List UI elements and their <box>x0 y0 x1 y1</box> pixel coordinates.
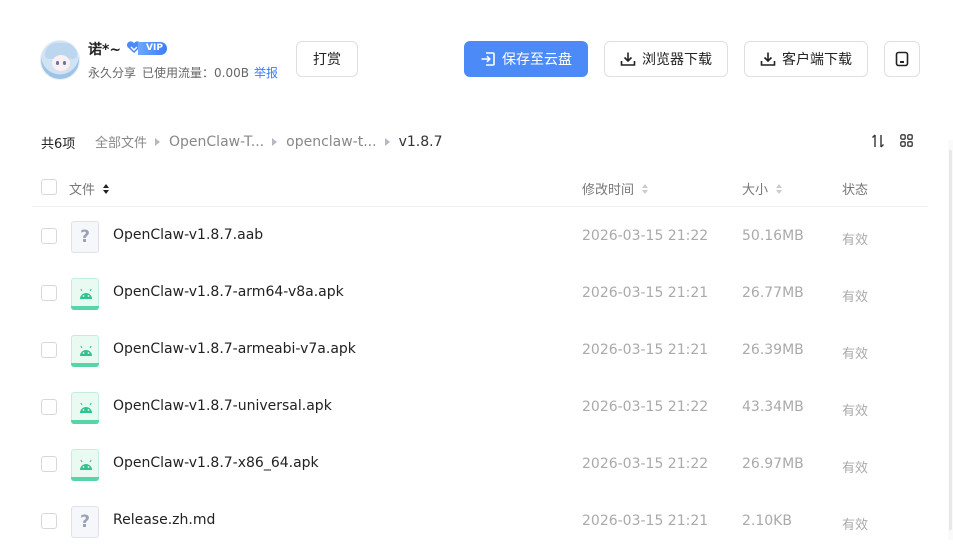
avatar-face <box>52 55 70 71</box>
sort-icon[interactable] <box>871 134 885 148</box>
row-checkbox[interactable] <box>41 456 57 472</box>
share-info: 永久分享 已使用流量：0.00B 举报 <box>88 64 278 81</box>
avatar-eye-right <box>63 61 66 65</box>
android-apk-icon <box>71 449 99 481</box>
browser-download-button[interactable]: 浏览器下载 <box>604 41 728 77</box>
vip-badge: VIP <box>138 42 167 55</box>
file-size: 26.77MB <box>742 285 804 301</box>
browser-download-label: 浏览器下载 <box>642 52 712 68</box>
file-name[interactable]: OpenClaw-v1.8.7-x86_64.apk <box>113 455 319 471</box>
breadcrumb-item[interactable]: 全部文件 <box>95 132 147 151</box>
column-header-size[interactable]: 大小 <box>742 179 783 198</box>
download-icon <box>760 52 776 66</box>
table-row[interactable]: ? Release.zh.md 2026-03-15 21:21 2.10KB … <box>32 493 928 550</box>
traffic-used: 已使用流量：0.00B <box>142 66 249 80</box>
file-size: 2.10KB <box>742 513 792 529</box>
file-size: 26.39MB <box>742 342 804 358</box>
window-icon <box>895 51 909 67</box>
file-modified: 2026-03-15 21:22 <box>582 399 709 415</box>
file-size: 43.34MB <box>742 399 804 415</box>
item-count: 共6项 <box>41 137 76 152</box>
file-name[interactable]: OpenClaw-v1.8.7-universal.apk <box>113 398 332 414</box>
column-header-status: 状态 <box>842 179 868 198</box>
save-to-cloud-label: 保存至云盘 <box>502 52 572 68</box>
table-row[interactable]: OpenClaw-v1.8.7-x86_64.apk 2026-03-15 21… <box>32 436 928 493</box>
breadcrumb-separator-icon <box>384 137 390 146</box>
file-name[interactable]: OpenClaw-v1.8.7.aab <box>113 227 263 243</box>
reward-button[interactable]: 打赏 <box>296 41 358 77</box>
file-name[interactable]: OpenClaw-v1.8.7-armeabi-v7a.apk <box>113 341 356 357</box>
window-button[interactable] <box>884 41 920 77</box>
username: 诺*~ <box>88 42 122 58</box>
sort-arrows-icon <box>776 183 783 194</box>
sort-arrows-icon <box>642 183 649 194</box>
avatar-eye-left <box>56 61 59 65</box>
file-status: 有效 <box>842 233 869 248</box>
sort-arrows-icon <box>103 183 110 194</box>
file-modified: 2026-03-15 21:21 <box>582 513 709 529</box>
file-modified: 2026-03-15 21:21 <box>582 342 709 358</box>
client-download-button[interactable]: 客户端下载 <box>744 41 868 77</box>
select-all-checkbox[interactable] <box>41 179 57 195</box>
table-row[interactable]: OpenClaw-v1.8.7-armeabi-v7a.apk 2026-03-… <box>32 322 928 379</box>
android-apk-icon <box>71 335 99 367</box>
save-to-cloud-button[interactable]: 保存至云盘 <box>464 41 588 77</box>
reward-label: 打赏 <box>313 52 341 68</box>
column-header-name-label: 文件 <box>69 183 96 198</box>
report-link[interactable]: 举报 <box>254 66 278 80</box>
column-header-size-label: 大小 <box>742 183 769 198</box>
file-status: 有效 <box>842 461 869 476</box>
row-checkbox[interactable] <box>41 228 57 244</box>
unknown-file-icon: ? <box>71 221 99 253</box>
breadcrumb-item[interactable]: OpenClaw-T... <box>169 134 264 150</box>
file-name[interactable]: Release.zh.md <box>113 512 215 528</box>
android-apk-icon <box>71 278 99 310</box>
file-status: 有效 <box>842 404 869 419</box>
breadcrumb-separator-icon <box>272 137 278 146</box>
file-size: 50.16MB <box>742 228 804 244</box>
download-icon <box>620 52 636 66</box>
save-to-cloud-icon <box>481 52 495 66</box>
column-header-modified-label: 修改时间 <box>582 183 635 198</box>
file-status: 有效 <box>842 290 869 305</box>
breadcrumb-item[interactable]: openclaw-t... <box>286 134 376 150</box>
file-status: 有效 <box>842 518 869 533</box>
avatar[interactable] <box>40 40 80 80</box>
file-modified: 2026-03-15 21:22 <box>582 456 709 472</box>
share-type: 永久分享 <box>88 66 137 80</box>
row-checkbox[interactable] <box>41 342 57 358</box>
unknown-file-icon: ? <box>71 506 99 538</box>
file-modified: 2026-03-15 21:22 <box>582 228 709 244</box>
file-modified: 2026-03-15 21:21 <box>582 285 709 301</box>
client-download-label: 客户端下载 <box>782 52 852 68</box>
table-row[interactable]: ? OpenClaw-v1.8.7.aab 2026-03-15 21:22 5… <box>32 208 928 265</box>
breadcrumb-current: v1.8.7 <box>398 133 443 150</box>
breadcrumb: 全部文件 OpenClaw-T... openclaw-t... v1.8.7 <box>95 132 443 152</box>
file-name[interactable]: OpenClaw-v1.8.7-arm64-v8a.apk <box>113 284 344 300</box>
scrollbar-thumb[interactable] <box>949 150 952 530</box>
android-apk-icon <box>71 392 99 424</box>
grid-view-icon[interactable] <box>900 134 913 147</box>
row-checkbox[interactable] <box>41 285 57 301</box>
column-header-modified[interactable]: 修改时间 <box>582 179 649 198</box>
table-header: 文件 修改时间 大小 状态 <box>32 167 928 207</box>
breadcrumb-separator-icon <box>155 137 161 146</box>
file-size: 26.97MB <box>742 456 804 472</box>
column-header-name[interactable]: 文件 <box>69 179 110 198</box>
row-checkbox[interactable] <box>41 513 57 529</box>
table-row[interactable]: OpenClaw-v1.8.7-arm64-v8a.apk 2026-03-15… <box>32 265 928 322</box>
file-status: 有效 <box>842 347 869 362</box>
list-toolbar: 共6项 全部文件 OpenClaw-T... openclaw-t... v1.… <box>0 125 953 157</box>
column-header-status-label: 状态 <box>842 183 869 198</box>
row-checkbox[interactable] <box>41 399 57 415</box>
share-header: 诺*~ VIP 永久分享 已使用流量：0.00B 举报 打赏 保存至云盘 浏览器下载… <box>0 0 953 110</box>
table-row[interactable]: OpenClaw-v1.8.7-universal.apk 2026-03-15… <box>32 379 928 436</box>
